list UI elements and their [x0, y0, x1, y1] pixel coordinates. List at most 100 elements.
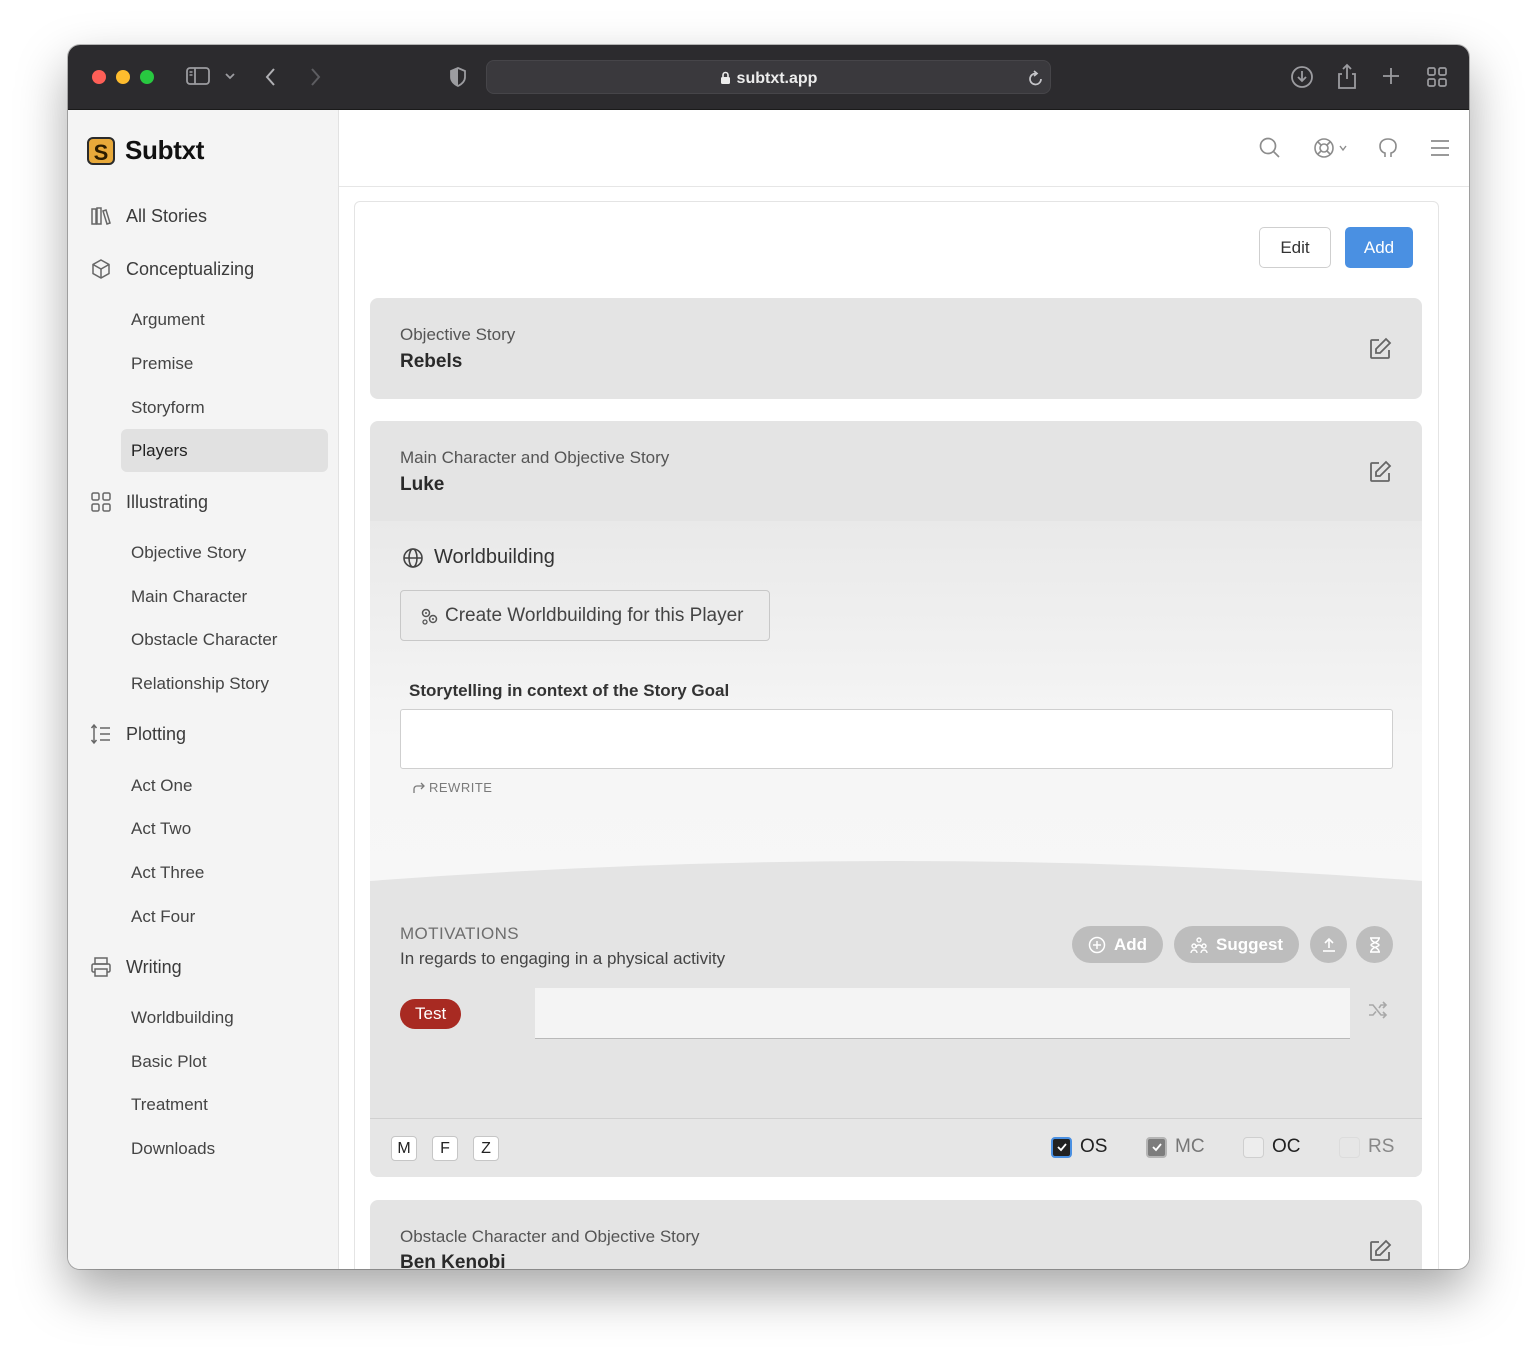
os-checkbox[interactable]: OS — [1051, 1136, 1107, 1158]
sparkle-people-icon — [1190, 936, 1208, 953]
sidebar-item-relationship-story[interactable]: Relationship Story — [121, 662, 328, 705]
hourglass-icon[interactable] — [1356, 926, 1393, 963]
sidebar-item-storyform[interactable]: Storyform — [121, 386, 328, 429]
sidebar-item-downloads[interactable]: Downloads — [121, 1127, 328, 1170]
brand-logo: S — [87, 136, 115, 165]
rewrite-button[interactable]: REWRITE — [412, 780, 492, 795]
sidebar-item-act-one[interactable]: Act One — [121, 764, 328, 807]
storytelling-label: Storytelling in context of the Story Goa… — [409, 681, 730, 700]
tab-overview-icon[interactable] — [1426, 66, 1448, 88]
edit-button[interactable]: Edit — [1259, 227, 1331, 268]
gears-icon — [421, 608, 438, 625]
zoom-window-button[interactable] — [140, 70, 154, 84]
add-player-button[interactable]: Add — [1345, 227, 1413, 268]
player-role: Obstacle Character and Objective Story — [400, 1227, 700, 1246]
github-icon[interactable] — [1377, 137, 1399, 164]
checkbox-checked-icon — [1051, 1136, 1072, 1158]
search-icon[interactable] — [1259, 137, 1281, 164]
suggest-button[interactable]: Suggest — [1174, 926, 1300, 963]
books-icon — [91, 207, 111, 225]
sidebar-item-worldbuilding[interactable]: Worldbuilding — [121, 996, 328, 1039]
download-icon[interactable] — [1290, 65, 1314, 89]
address-bar-text: subtxt.app — [487, 70, 1050, 88]
app-topbar — [339, 110, 1469, 187]
printer-icon — [91, 957, 111, 977]
section-wave-divider — [370, 861, 1422, 911]
nav-all-stories[interactable]: All Stories — [90, 205, 207, 227]
edit-icon[interactable] — [1368, 337, 1392, 366]
player-name: Ben Kenobi — [400, 1252, 506, 1269]
mc-checkbox[interactable]: MC — [1146, 1136, 1205, 1158]
sidebar-item-act-three[interactable]: Act Three — [121, 851, 328, 894]
help-menu-icon[interactable] — [1313, 137, 1351, 164]
add-motivation-button[interactable]: Add — [1072, 926, 1164, 963]
nav-section-label: Illustrating — [126, 491, 209, 512]
sidebar-item-argument[interactable]: Argument — [121, 298, 328, 341]
nav-section-label: Plotting — [126, 723, 187, 744]
grid-icon — [91, 492, 111, 512]
sidebar-item-players[interactable]: Players — [121, 429, 328, 472]
worldbuilding-section: Worldbuilding Create Worldbuilding for t… — [370, 521, 1422, 891]
brand-name: Subtxt — [125, 135, 205, 165]
player-role: Objective Story — [400, 325, 516, 344]
nav-illustrating[interactable]: Illustrating — [90, 491, 208, 513]
chevron-down-icon[interactable] — [224, 71, 236, 81]
sidebar-item-main-character[interactable]: Main Character — [121, 575, 328, 618]
key-z-button[interactable]: Z — [473, 1136, 499, 1161]
checkbox-empty-icon — [1243, 1136, 1264, 1158]
upload-icon[interactable] — [1310, 926, 1347, 963]
globe-icon — [403, 547, 423, 568]
player-card: Objective Story Rebels — [370, 298, 1422, 399]
share-icon[interactable] — [1336, 62, 1358, 90]
nav-section-label: All Stories — [126, 205, 208, 226]
browser-titlebar: subtxt.app — [68, 45, 1469, 110]
reload-icon[interactable] — [1028, 69, 1044, 87]
address-bar[interactable]: subtxt.app — [486, 60, 1051, 94]
shuffle-icon[interactable] — [1367, 1001, 1389, 1024]
edit-icon[interactable] — [1368, 1239, 1392, 1268]
player-name: Rebels — [400, 351, 463, 372]
create-worldbuilding-button[interactable]: Create Worldbuilding for this Player — [400, 590, 770, 641]
sidebar-item-basic-plot[interactable]: Basic Plot — [121, 1040, 328, 1083]
worldbuilding-title: Worldbuilding — [402, 546, 555, 569]
rs-checkbox[interactable]: RS — [1339, 1136, 1394, 1158]
nav-section-label: Writing — [126, 956, 182, 977]
forward-arrow-icon[interactable] — [308, 66, 322, 88]
player-name: Luke — [400, 474, 445, 495]
motivations-subtitle: In regards to engaging in a physical act… — [400, 949, 726, 968]
motivations-title: MOTIVATIONS — [400, 924, 519, 943]
sidebar-item-treatment[interactable]: Treatment — [121, 1083, 328, 1126]
plus-circle-icon — [1088, 936, 1106, 953]
motivation-badge[interactable]: Test — [400, 999, 462, 1029]
player-card: Main Character and Objective Story Luke — [370, 421, 1422, 523]
sidebar-item-obstacle-character[interactable]: Obstacle Character — [121, 618, 328, 661]
nav-conceptualizing[interactable]: Conceptualizing — [90, 258, 254, 280]
lock-icon — [720, 71, 730, 84]
brand[interactable]: S Subtxt — [87, 135, 204, 166]
close-window-button[interactable] — [92, 70, 106, 84]
sidebar-item-act-four[interactable]: Act Four — [121, 895, 328, 938]
key-m-button[interactable]: M — [391, 1136, 417, 1161]
minimize-window-button[interactable] — [116, 70, 130, 84]
oc-checkbox[interactable]: OC — [1243, 1136, 1301, 1158]
browser-window: subtxt.app S Subtxt All Stories Conceptu… — [68, 45, 1469, 1269]
edit-icon[interactable] — [1368, 460, 1392, 489]
sidebar-item-act-two[interactable]: Act Two — [121, 807, 328, 850]
nav-plotting[interactable]: Plotting — [90, 723, 186, 745]
storytelling-input[interactable] — [400, 709, 1393, 769]
sidebar-item-objective-story[interactable]: Objective Story — [121, 531, 328, 574]
cube-icon — [92, 259, 110, 279]
sidebar-item-premise[interactable]: Premise — [121, 342, 328, 385]
sidebar: S Subtxt All Stories Conceptualizing Arg… — [68, 110, 339, 1269]
back-arrow-icon[interactable] — [264, 66, 278, 88]
shield-icon[interactable] — [448, 66, 468, 88]
new-tab-icon[interactable] — [1381, 66, 1401, 86]
list-sort-icon — [90, 723, 110, 745]
redo-arrow-icon — [413, 782, 425, 793]
nav-writing[interactable]: Writing — [90, 956, 182, 978]
hamburger-menu-icon[interactable] — [1429, 137, 1451, 164]
key-f-button[interactable]: F — [432, 1136, 458, 1161]
motivation-input[interactable] — [535, 988, 1350, 1039]
player-card-footer: M F Z OS MC OC RS — [370, 1118, 1422, 1177]
sidebar-toggle-icon[interactable] — [186, 66, 210, 86]
